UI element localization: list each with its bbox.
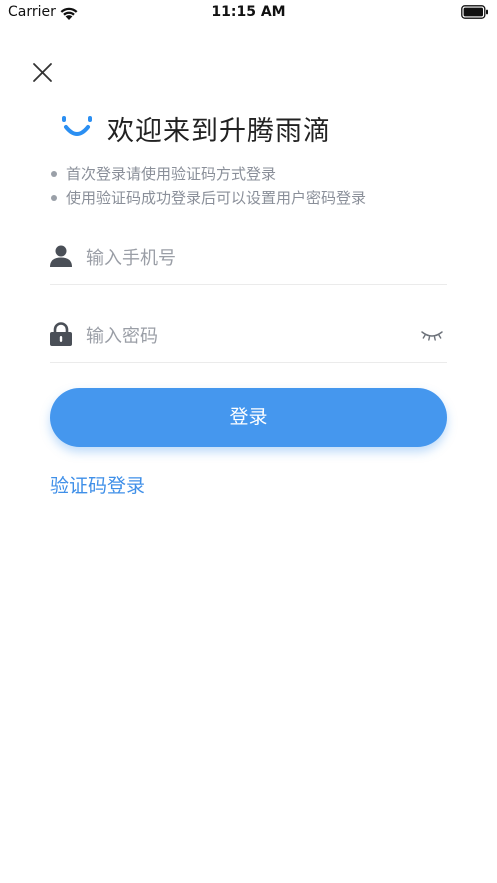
user-icon [50,245,72,267]
password-field [50,308,447,363]
page-title: 欢迎来到升腾雨滴 [107,116,331,147]
tips-list: 首次登录请使用验证码方式登录 使用验证码成功登录后可以设置用户密码登录 [50,162,366,210]
password-input[interactable] [84,320,408,352]
tip-text: 首次登录请使用验证码方式登录 [66,165,277,183]
bullet-icon [51,171,57,177]
phone-input[interactable] [84,242,408,274]
battery-icon [461,5,488,19]
phone-field [50,230,447,285]
status-bar: Carrier 11:15 AM [0,0,497,26]
eye-closed-icon[interactable] [420,328,444,342]
close-icon[interactable] [27,58,57,88]
login-button[interactable]: 登录 [50,388,447,447]
bullet-icon [51,195,57,201]
lock-icon [50,322,72,346]
smile-logo-icon [62,116,92,136]
tip-item: 首次登录请使用验证码方式登录 [50,162,366,186]
status-time: 11:15 AM [211,4,286,20]
tip-item: 使用验证码成功登录后可以设置用户密码登录 [50,186,366,210]
tip-text: 使用验证码成功登录后可以设置用户密码登录 [66,189,367,207]
sms-login-link[interactable]: 验证码登录 [50,471,145,498]
